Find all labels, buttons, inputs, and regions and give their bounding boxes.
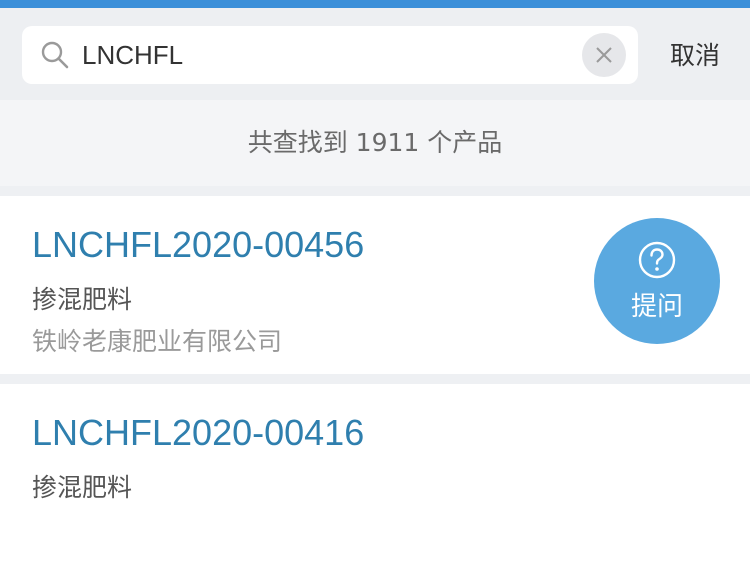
question-icon [638, 241, 676, 279]
clear-search-button[interactable] [582, 33, 626, 77]
search-header: 取消 [0, 8, 750, 100]
search-box[interactable] [22, 26, 638, 84]
search-input[interactable] [82, 34, 562, 76]
ask-button-label: 提问 [630, 292, 683, 322]
product-type: 掺混肥料 [32, 285, 133, 314]
product-company: 铁岭老康肥业有限公司 [32, 327, 283, 356]
search-icon [41, 41, 69, 69]
ask-question-button[interactable]: 提问 [594, 218, 720, 344]
top-bar [0, 0, 750, 8]
product-code[interactable]: LNCHFL2020-00456 [32, 224, 364, 266]
close-icon [596, 47, 612, 63]
list-item[interactable]: LNCHFL2020-00416 掺混肥料 [0, 384, 750, 562]
result-count: 共查找到 1911 个产品 [0, 100, 750, 186]
cancel-button[interactable]: 取消 [660, 36, 730, 76]
product-code[interactable]: LNCHFL2020-00416 [32, 412, 364, 454]
product-type: 掺混肥料 [32, 473, 133, 502]
